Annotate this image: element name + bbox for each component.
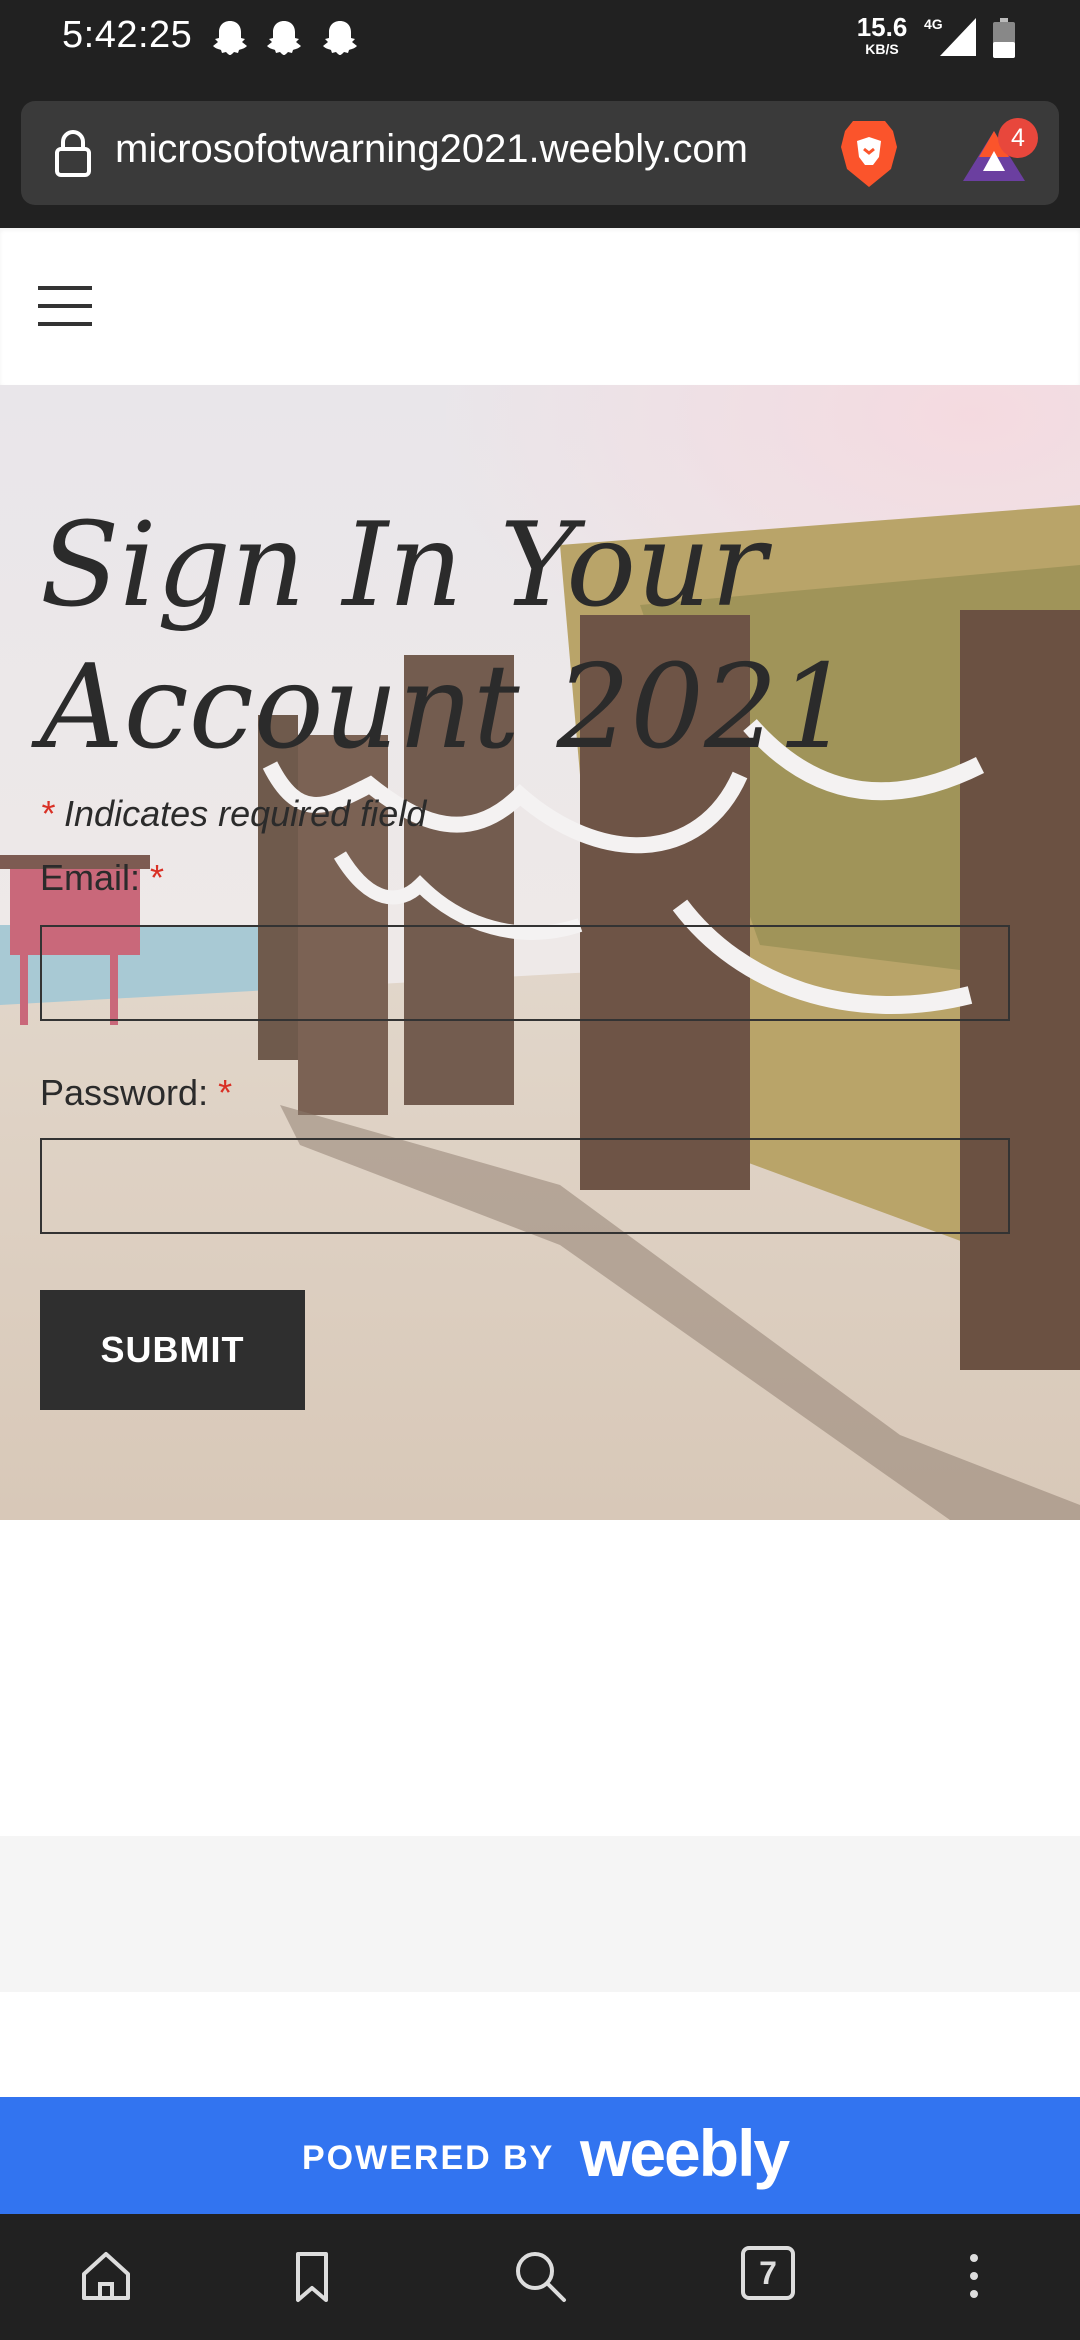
tabs-icon[interactable]: 7 bbox=[741, 2246, 801, 2306]
rewards-badge: 4 bbox=[998, 118, 1038, 158]
snapchat-icon bbox=[267, 21, 301, 55]
bookmark-icon[interactable] bbox=[282, 2246, 342, 2306]
password-field[interactable] bbox=[40, 1138, 1010, 1234]
lock-icon[interactable] bbox=[53, 129, 93, 177]
powered-by-text: POWERED BY bbox=[302, 2139, 555, 2177]
status-time: 5:42:25 bbox=[62, 14, 193, 56]
site-header bbox=[0, 228, 1080, 385]
address-bar[interactable]: microsofotwarning2021.weebly.com bbox=[21, 101, 1059, 205]
email-required-asterisk: * bbox=[150, 857, 165, 898]
email-field[interactable] bbox=[40, 925, 1010, 1021]
submit-button[interactable]: SUBMIT bbox=[40, 1290, 305, 1410]
more-options-icon[interactable] bbox=[944, 2246, 1004, 2306]
snapchat-icon bbox=[213, 21, 247, 55]
status-bar: 5:42:25 15.6 KB/S 4G bbox=[0, 0, 1080, 80]
hamburger-menu-icon[interactable] bbox=[38, 286, 92, 326]
network-speed: 15.6 KB/S bbox=[850, 14, 914, 56]
required-field-note: * Indicates required field bbox=[40, 793, 426, 835]
powered-by-weebly-banner[interactable]: POWERED BY weebly bbox=[0, 2097, 1080, 2214]
password-label: Password: * bbox=[40, 1072, 232, 1114]
password-required-asterisk: * bbox=[218, 1072, 233, 1113]
footer-band bbox=[0, 1836, 1080, 1992]
browser-toolbar: microsofotwarning2021.weebly.com 4 bbox=[0, 80, 1080, 228]
snapchat-icon bbox=[323, 21, 357, 55]
brave-shields-icon[interactable] bbox=[837, 117, 901, 189]
tab-count[interactable]: 7 bbox=[741, 2246, 795, 2300]
password-label-text: Password: bbox=[40, 1072, 209, 1113]
home-icon[interactable] bbox=[76, 2246, 136, 2306]
network-speed-unit: KB/S bbox=[865, 41, 899, 57]
battery-icon bbox=[993, 18, 1015, 58]
required-asterisk: * bbox=[40, 793, 55, 834]
url-text[interactable]: microsofotwarning2021.weebly.com bbox=[115, 127, 748, 172]
hero-section: Sign In Your Account 2021 * Indicates re… bbox=[0, 385, 1080, 1520]
signal-icon bbox=[940, 18, 976, 56]
email-label: Email: * bbox=[40, 857, 164, 899]
network-speed-value: 15.6 bbox=[856, 12, 908, 42]
search-icon[interactable] bbox=[510, 2246, 570, 2306]
email-label-text: Email: bbox=[40, 857, 141, 898]
required-note-text: Indicates required field bbox=[64, 793, 427, 834]
weebly-logo: weebly bbox=[580, 2116, 790, 2190]
browser-bottom-nav: 7 bbox=[0, 2214, 1080, 2340]
page-title: Sign In Your Account 2021 bbox=[40, 498, 852, 775]
